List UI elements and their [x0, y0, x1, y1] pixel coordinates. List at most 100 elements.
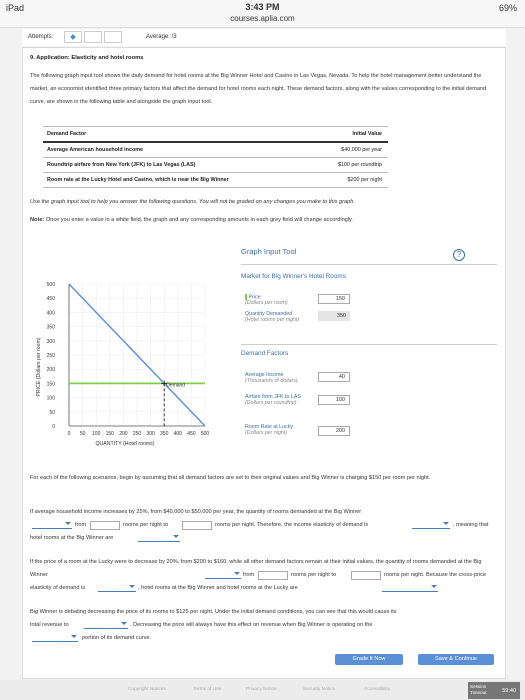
x-tick-label: 400 [174, 431, 183, 437]
table-cell: Average American household income [43, 142, 312, 159]
attempts-label: Attempts: [28, 34, 54, 40]
chevron-down-icon [234, 572, 240, 575]
price-field-label: Price (Dollars per room) [245, 294, 288, 306]
help-icon[interactable]: ? [453, 249, 465, 261]
q3-revenue-dropdown[interactable] [84, 621, 128, 629]
save-continue-button[interactable]: Save & Continue [418, 654, 494, 665]
x-tick-label: 200 [119, 431, 128, 437]
y-tick-label: 300 [47, 339, 56, 345]
q2-direction-dropdown[interactable] [205, 571, 241, 579]
table-cell: Roundtrip airfare from New York (JFK) to… [43, 157, 312, 174]
y-tick-label: 450 [47, 296, 56, 302]
quantity-field-label: Quantity Demanded (Hotel rooms per night… [245, 311, 301, 323]
x-tick-label: 300 [146, 431, 155, 437]
x-tick-label: 0 [68, 431, 71, 437]
q1-meaning-label: , meaning that [453, 522, 489, 528]
footer-link[interactable]: Terms of Use [193, 687, 221, 692]
q1-goods-dropdown[interactable] [138, 534, 180, 542]
q2-relation-dropdown[interactable] [382, 584, 438, 592]
table-row: Room rate at the Lucky Hotel and Casino,… [43, 172, 388, 189]
status-bar: iPad 3:43 PM courses.aplia.com 69% [0, 0, 525, 28]
x-tick-label: 50 [80, 431, 86, 437]
q1-from-input[interactable] [90, 521, 120, 530]
room-rate-field-label: Room Rate at Lucky (Dollars per night) [245, 424, 307, 436]
y-tick-label: 350 [47, 325, 56, 331]
chevron-down-icon [71, 635, 77, 638]
quantity-output: 350 [318, 311, 350, 321]
room-rate-input[interactable]: 200 [318, 426, 350, 436]
attempt-box-3 [104, 31, 122, 43]
airfare-sub: (Dollars per roundtrip) [245, 400, 297, 406]
url-bar[interactable]: courses.aplia.com [0, 14, 525, 23]
chevron-down-icon [121, 622, 127, 625]
table-cell: $100 per roundtrip [311, 157, 388, 174]
x-tick-label: 450 [187, 431, 196, 437]
q3-b-label: . Decreasing the price will always have … [130, 622, 373, 628]
note-body: Once you enter a value in a white field,… [45, 217, 353, 223]
airfare-field-label: Airfare from JFK to LAS (Dollars per rou… [245, 394, 307, 406]
x-tick-label: 350 [160, 431, 169, 437]
x-tick-label: 100 [92, 431, 101, 437]
price-input[interactable]: 150 [318, 294, 350, 304]
chevron-down-icon [65, 522, 71, 525]
note-text: Note: Once you enter a value in a white … [30, 214, 498, 227]
y-tick-label: 250 [47, 353, 56, 359]
q2-from-input[interactable] [258, 571, 288, 580]
q2-end-line: elasticity of demand is , hotel rooms at… [30, 582, 500, 595]
y-tick-label: 500 [47, 282, 56, 288]
battery-indicator: 69% [498, 3, 517, 13]
chevron-down-icon [443, 522, 449, 525]
footer-link[interactable]: Accessibility [364, 687, 390, 692]
average-label: Average: /3 [146, 34, 177, 40]
session-label: Session Timeout [470, 684, 487, 695]
q2-to-input[interactable] [351, 571, 381, 580]
attempt-box-2 [84, 31, 102, 43]
question-panel: 9. Application: Elasticity and hotel roo… [22, 47, 506, 679]
footer-link[interactable]: Copyright Notices [128, 687, 166, 692]
footer-link[interactable]: Privacy Notice [246, 687, 277, 692]
clock: 3:43 PM [245, 2, 280, 12]
q1-text: If average household income increases by… [30, 509, 362, 515]
q3-text: Big Winner is debating decreasing the pr… [30, 609, 397, 615]
footer: Copyright Notices Terms of Use Privacy N… [0, 680, 525, 700]
demand-chart[interactable]: 0 50 100 150 200 250 300 350 400 450 500 0 50 100 150 2… [31, 276, 236, 452]
q2-sign-dropdown[interactable] [98, 584, 136, 592]
q1-rooms2-label: rooms per night. Therefore, the income e… [215, 522, 369, 528]
y-tick-label: 400 [47, 310, 56, 316]
x-tick-label: 150 [106, 431, 115, 437]
session-timeout: Session Timeout 59:40 [468, 682, 520, 699]
airfare-input[interactable]: 100 [318, 395, 350, 405]
q1-elasticity-dropdown[interactable] [412, 521, 450, 529]
q1-direction-dropdown[interactable] [32, 521, 72, 529]
q3-portion-dropdown[interactable] [32, 634, 78, 642]
q3-end-line: portion of its demand curve. [30, 632, 500, 645]
table-header-row: Demand Factor Initial Value [43, 126, 388, 144]
price-sub: (Dollars per room) [245, 300, 288, 307]
q1-end-label: hotel rooms at the Big Winner are [30, 535, 114, 541]
x-tick-label: 250 [133, 431, 142, 437]
q2-elastic-label: elasticity of demand is [30, 585, 86, 591]
attempt-box-1 [64, 31, 82, 43]
y-tick-label: 200 [47, 367, 56, 373]
table-row: Roundtrip airfare from New York (JFK) to… [43, 157, 388, 174]
room-rate-sub: (Dollars per night) [245, 430, 288, 436]
demand-factors-title: Demand Factors [241, 350, 289, 357]
q3-line: total revenue to . Decreasing the price … [30, 619, 500, 632]
demand-series-label: Demand [166, 382, 185, 388]
footer-link[interactable]: Security Notice [303, 687, 335, 692]
q1-from-label: from [75, 522, 87, 528]
session-time: 59:40 [502, 688, 516, 694]
q2-line: from rooms per night to rooms per night.… [30, 569, 500, 582]
attempts-bar: Attempts: Average: /3 [22, 29, 506, 46]
income-input[interactable]: 40 [318, 372, 350, 382]
y-tick-label: 150 [47, 381, 56, 387]
y-tick-label: 100 [47, 396, 56, 402]
q2-rooms-label: rooms per night to [291, 569, 337, 582]
x-axis-label: QUANTITY (Hotel rooms) [96, 441, 155, 447]
q1-to-input[interactable] [182, 521, 212, 530]
chevron-down-icon [129, 585, 135, 588]
income-sub: (Thousands of dollars) [245, 378, 298, 384]
x-tick-label: 500 [201, 431, 210, 437]
grade-button[interactable]: Grade It Now [335, 654, 403, 665]
demand-factor-table: Demand Factor Initial Value Average Amer… [43, 126, 388, 189]
